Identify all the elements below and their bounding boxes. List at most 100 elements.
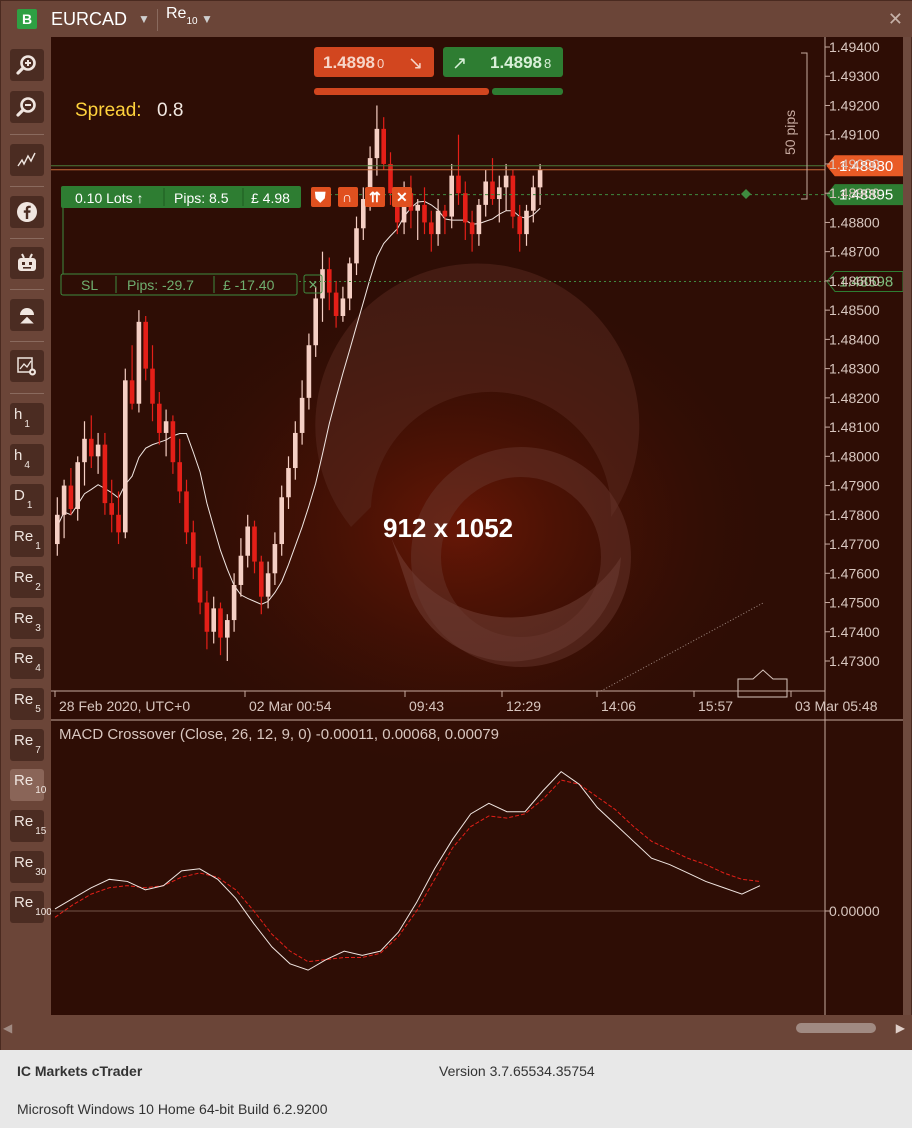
stop-loss-bar[interactable]: SL Pips: -29.7 £ -17.40: [60, 273, 298, 296]
candle-body: [483, 181, 488, 205]
chart-type-icon[interactable]: [10, 144, 44, 176]
pips-ruler: [801, 52, 808, 200]
candle-body: [170, 421, 176, 463]
trading-window: B EURCAD ▼ Re10 ▼ ✕ h1 h4 D1 Re1 Re2 Re3…: [0, 0, 912, 1051]
macd-line: [54, 770, 761, 971]
candle-body: [89, 438, 94, 457]
timeframe-sub: 10: [35, 785, 47, 797]
shield-icon[interactable]: ⛊: [311, 187, 331, 207]
timeframe-sub: 1: [26, 500, 33, 512]
close-icon[interactable]: ✕: [888, 9, 903, 30]
price-tick-label: 1.48200: [829, 390, 880, 406]
double-arrow-icon-glyph: ⇈: [369, 189, 381, 205]
timeframe-re7[interactable]: Re7: [10, 728, 44, 761]
candle-body: [157, 403, 162, 433]
time-tick-label: 12:29: [506, 698, 541, 714]
candle-body: [55, 514, 60, 545]
buy-badge[interactable]: B: [17, 9, 37, 29]
time-tick-label: 14:06: [601, 698, 636, 714]
timeframe-label: h: [14, 446, 23, 464]
candle-body: [225, 620, 230, 638]
time-tick-label: 15:57: [698, 698, 733, 714]
chart-canvas[interactable]: 0.00000 MACD Crossover (Close, 26, 12, 9,…: [51, 37, 903, 1015]
timeframe-re15[interactable]: Re15: [10, 810, 46, 842]
bot-icon[interactable]: [10, 247, 44, 279]
scroll-right-icon[interactable]: ▶: [896, 1021, 905, 1035]
divider: [10, 134, 44, 135]
timeframe-d1[interactable]: D1: [10, 484, 44, 517]
price-tick-label: 1.48900: [829, 185, 880, 201]
chart-area[interactable]: 0.00000 MACD Crossover (Close, 26, 12, 9,…: [51, 37, 903, 1015]
candle-body: [313, 298, 318, 346]
close-icon[interactable]: ✕: [392, 187, 412, 207]
candle-body: [238, 555, 244, 585]
sl-pips: Pips: -29.7: [127, 277, 194, 293]
timeframe-re2[interactable]: Re2: [10, 565, 44, 598]
chart-shift-handle[interactable]: [737, 669, 788, 698]
candle-body: [429, 222, 434, 235]
timeframe-label: Re: [14, 650, 34, 668]
chart-settings-icon[interactable]: [10, 350, 44, 382]
candle-body: [191, 532, 196, 568]
horizontal-scrollbar[interactable]: ◀ ▶: [1, 1015, 912, 1051]
zoom-in-icon[interactable]: [10, 49, 44, 81]
magnet-icon[interactable]: ∩: [338, 187, 358, 207]
timeframe-re4[interactable]: Re4: [10, 647, 44, 680]
sell-button[interactable]: 1.4898 0 ↘: [314, 47, 434, 77]
zoom-out-icon[interactable]: [10, 91, 44, 123]
candle-body: [116, 514, 121, 533]
timeframe-sub: 7: [35, 744, 41, 756]
candle-body: [82, 438, 87, 463]
entry-marker: [741, 189, 751, 199]
timeframe-re10[interactable]: Re10: [10, 769, 47, 802]
candle-body: [163, 421, 169, 433]
candle-body: [537, 169, 543, 188]
macd-zero-tick-label: 0.00000: [829, 903, 880, 919]
candle-body: [490, 181, 495, 200]
timeframe-re1[interactable]: Re1: [10, 525, 44, 558]
divider: [10, 186, 44, 187]
scroll-left-icon[interactable]: ◀: [3, 1021, 12, 1035]
candle-body: [340, 298, 346, 316]
timeframe-label: Re: [14, 528, 34, 546]
scroll-thumb[interactable]: [796, 1023, 876, 1033]
price-tick-label: 1.48300: [829, 361, 880, 377]
timeframe-label: h: [14, 406, 23, 423]
price-tick-label: 1.49100: [829, 127, 880, 143]
timeframe-re100[interactable]: Re100: [10, 891, 52, 924]
candle-body: [415, 204, 420, 211]
timeframe-sub: 30: [35, 866, 47, 878]
timeframe-re30[interactable]: Re30: [10, 850, 47, 883]
candle-body: [524, 210, 529, 235]
timeframe-selector[interactable]: Re10: [166, 5, 198, 27]
chevron-down-icon[interactable]: ▼: [201, 12, 213, 26]
chevron-down-icon[interactable]: ▼: [138, 12, 150, 26]
candle-body: [442, 210, 448, 217]
timeframe-re3[interactable]: Re3: [10, 606, 44, 639]
buy-button[interactable]: ↗ 1.4898 8: [443, 47, 563, 77]
objects-icon[interactable]: [10, 299, 44, 331]
timeframe-re5[interactable]: Re5: [10, 687, 44, 720]
sl-close-icon[interactable]: ✕: [303, 274, 323, 294]
arrow-up-right-icon: ↗: [452, 53, 467, 73]
symbol-selector[interactable]: EURCAD: [51, 9, 127, 30]
candle-body: [361, 199, 366, 229]
candle-body: [211, 608, 216, 632]
timeframe-label: Re: [14, 894, 34, 912]
candle-body: [510, 175, 516, 217]
facebook-icon[interactable]: [10, 196, 44, 228]
timeframe-h1[interactable]: h1: [10, 403, 44, 435]
candle-body: [231, 584, 237, 621]
app-version: Version 3.7.65534.35754: [439, 1063, 595, 1079]
timeframe-h4[interactable]: h4: [10, 443, 44, 476]
shield-icon-glyph: ⛊: [314, 189, 326, 205]
price-tick-label: 1.47700: [829, 536, 880, 552]
timeframe-label: Re: [166, 5, 187, 22]
price-tick-label: 1.47800: [829, 507, 880, 523]
candle-body: [218, 608, 223, 638]
position-bar[interactable]: 0.10 Lots ↑ Pips: 8.5 £ 4.98: [61, 186, 301, 208]
spread-label: Spread:: [75, 100, 142, 121]
candle-body: [374, 128, 380, 159]
macd-title: MACD Crossover (Close, 26, 12, 9, 0) -0.…: [59, 726, 499, 743]
double-arrow-icon[interactable]: ⇈: [365, 187, 385, 207]
